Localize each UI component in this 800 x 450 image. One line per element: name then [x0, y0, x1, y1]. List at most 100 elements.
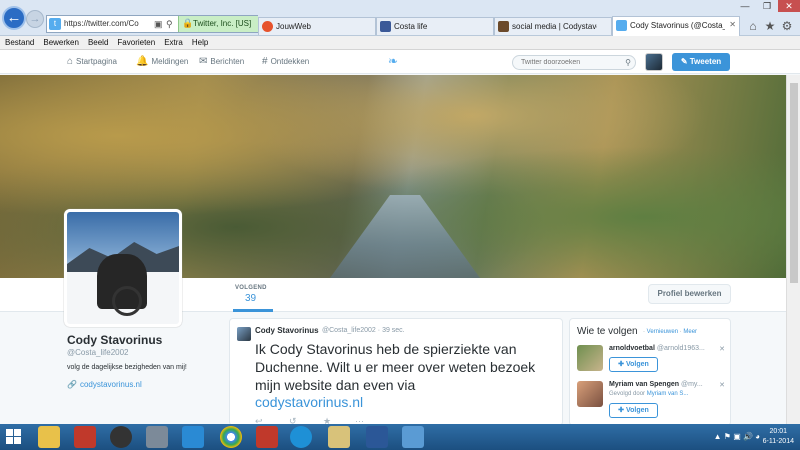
tweet-timestamp[interactable]: 39 sec.: [382, 327, 405, 334]
browser-toolbar: ← → t https://twitter.com/Co ▣ ⚲ 🔒 Twitt…: [0, 0, 800, 36]
suggestion-name[interactable]: Myriam van Spengen @my...: [609, 381, 703, 388]
nav-discover-label: Ontdekken: [270, 57, 310, 66]
tweet-button[interactable]: ✎ Tweeten: [672, 53, 730, 71]
suggestion-name[interactable]: arnoldvoetbal @arnold1963...: [609, 345, 705, 352]
security-certificate[interactable]: 🔒 Twitter, Inc. [US]: [178, 16, 258, 32]
profile-name[interactable]: Cody Stavorinus: [67, 333, 162, 347]
clock-time: 20:01: [769, 428, 788, 435]
minimize-button[interactable]: —: [734, 0, 756, 12]
follow-label: Volgen: [625, 407, 649, 414]
windows-start-button[interactable]: [6, 429, 22, 445]
tweet-button-label: Tweeten: [689, 57, 722, 66]
store-icon[interactable]: [182, 426, 204, 448]
edit-profile-button[interactable]: Profiel bewerken: [648, 284, 731, 304]
browser-actions: ⌂ ★ ⚙: [743, 19, 794, 33]
nav-notifications[interactable]: 🔔 Meldingen: [136, 56, 188, 67]
suggestion-name-text: Myriam van Spengen: [609, 381, 680, 388]
suggestion-item: Myriam van Spengen @my... ✕ Gevolgd door…: [577, 381, 727, 421]
link-icon: 🔗: [67, 380, 77, 389]
active-tab-indicator: [233, 309, 273, 312]
window-close-button[interactable]: ✕: [778, 0, 800, 12]
chrome-icon[interactable]: [220, 426, 242, 448]
who-to-follow: Wie te volgen · Vernieuwen · Meer arnold…: [569, 318, 731, 426]
follow-button[interactable]: ✚ Volgen: [609, 357, 658, 372]
nav-home-label: Startpagina: [76, 57, 117, 66]
nav-messages[interactable]: ✉ Berichten: [199, 56, 244, 67]
word-icon[interactable]: [366, 426, 388, 448]
clock[interactable]: 20:01 6-11-2014: [763, 427, 794, 447]
profile-avatar[interactable]: [64, 209, 182, 327]
hashtag-icon: #: [262, 56, 268, 67]
tab-cody-stavorinus[interactable]: Cody Stavorinus (@Costa_... ✕: [612, 16, 740, 36]
dismiss-icon[interactable]: ✕: [719, 345, 725, 353]
follow-label: Volgen: [625, 361, 649, 368]
who-to-follow-links: · Vernieuwen · Meer: [643, 329, 698, 335]
menu-help[interactable]: Help: [187, 36, 212, 47]
menu-tools[interactable]: Extra: [159, 36, 187, 47]
address-bar[interactable]: t https://twitter.com/Co ▣ ⚲ 🔒 Twitter, …: [46, 15, 258, 33]
river-detail: [330, 195, 480, 278]
certificate-label: Twitter, Inc. [US]: [193, 19, 252, 28]
add-user-icon: ✚: [618, 361, 626, 368]
scrollbar-thumb[interactable]: [790, 83, 798, 283]
followed-by-name[interactable]: Myriam van S...: [647, 391, 689, 397]
photos-icon[interactable]: [146, 426, 168, 448]
menu-edit[interactable]: Bewerken: [38, 36, 83, 47]
follow-button[interactable]: ✚ Volgen: [609, 403, 658, 418]
menu-file[interactable]: Bestand: [0, 36, 38, 47]
picture-viewer-icon[interactable]: [402, 426, 424, 448]
folder-icon[interactable]: [328, 426, 350, 448]
tab-social-media[interactable]: social media | Codystavorinus...: [494, 17, 612, 35]
profile-bio: volg de dagelijkse bezigheden van mij!: [67, 364, 187, 371]
tab-costa-life[interactable]: Costa life: [376, 17, 494, 35]
dismiss-icon[interactable]: ✕: [719, 381, 725, 389]
vertical-scrollbar[interactable]: [786, 75, 800, 424]
search-input[interactable]: [521, 59, 621, 66]
facebook-icon: [380, 21, 391, 32]
twitter-global-nav: ⌂ Startpagina 🔔 Meldingen ✉ Berichten # Ontd…: [0, 50, 800, 74]
file-explorer-icon[interactable]: [38, 426, 60, 448]
search-icon[interactable]: ⚲: [166, 19, 173, 30]
restore-button[interactable]: ❐: [756, 0, 778, 12]
avatar-wheelchair: [112, 286, 142, 316]
tweet-meta: @Costa_life2002 · 39 sec.: [322, 327, 405, 334]
tweet-author-handle[interactable]: @Costa_life2002: [322, 327, 376, 334]
internet-explorer-icon[interactable]: [290, 426, 312, 448]
forward-button[interactable]: →: [26, 10, 44, 28]
profile-website[interactable]: 🔗 codystavorinus.nl: [67, 380, 142, 389]
system-tray[interactable]: ▲ ⚑ ▣ 🔊 ◕: [714, 432, 760, 441]
search-icon[interactable]: ⚲: [625, 58, 631, 67]
refresh-link[interactable]: Vernieuwen: [647, 329, 678, 335]
gear-icon[interactable]: ⚙: [780, 19, 794, 33]
tab-label: JouwWeb: [276, 22, 311, 31]
nav-messages-label: Berichten: [210, 57, 245, 66]
suggestion-avatar[interactable]: [577, 345, 603, 371]
tab-jouwweb[interactable]: JouwWeb: [258, 17, 376, 35]
app-icon[interactable]: [74, 426, 96, 448]
menu-view[interactable]: Beeld: [83, 36, 112, 47]
home-icon: ⌂: [67, 56, 74, 67]
tweet[interactable]: Cody Stavorinus @Costa_life2002 · 39 sec…: [229, 318, 563, 426]
power-app-icon[interactable]: [256, 426, 278, 448]
compatibility-icon[interactable]: ▣: [154, 19, 163, 30]
tweet-author-name[interactable]: Cody Stavorinus: [255, 326, 319, 335]
close-tab-icon[interactable]: ✕: [729, 20, 736, 29]
profile-handle[interactable]: @Costa_life2002: [67, 348, 129, 357]
tweet-avatar[interactable]: [237, 327, 251, 341]
home-icon[interactable]: ⌂: [746, 19, 760, 33]
more-link[interactable]: Meer: [683, 329, 697, 335]
menu-favorites[interactable]: Favorieten: [112, 36, 159, 47]
nav-notifications-label: Meldingen: [151, 57, 189, 66]
media-icon[interactable]: [110, 426, 132, 448]
account-avatar[interactable]: [645, 53, 663, 71]
tweet-link[interactable]: codystavorinus.nl: [255, 394, 363, 410]
favorites-star-icon[interactable]: ★: [763, 19, 777, 33]
nav-home[interactable]: ⌂ Startpagina: [67, 56, 117, 67]
twitter-search[interactable]: ⚲: [512, 55, 636, 70]
twitter-bird-icon[interactable]: ❧: [388, 55, 402, 67]
envelope-icon: ✉: [199, 56, 208, 67]
suggestion-avatar[interactable]: [577, 381, 603, 407]
tab-label: Costa life: [394, 22, 428, 31]
nav-discover[interactable]: # Ontdekken: [262, 56, 309, 67]
back-button[interactable]: ←: [2, 6, 26, 30]
